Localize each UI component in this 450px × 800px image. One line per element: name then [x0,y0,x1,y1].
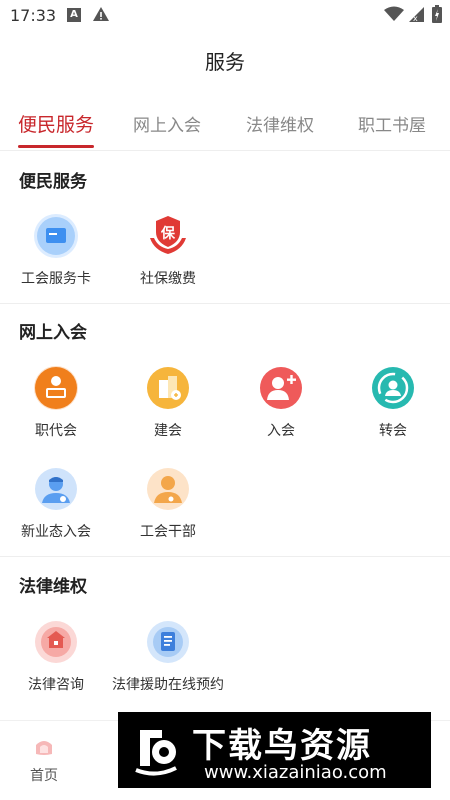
grid-item-join-union[interactable]: 入会 [225,366,337,440]
grid-item-legal-consult[interactable]: 法律咨询 [0,620,112,694]
grid-item-transfer-union[interactable]: 转会 [337,366,449,440]
legal-consult-icon [34,620,78,664]
warning-icon [92,6,110,26]
grid-item-label: 转会 [379,423,407,439]
tab-active-indicator [18,145,94,148]
nav-home[interactable]: 首页 [16,735,72,785]
card-icon [34,214,78,258]
grid-item-union-cadre[interactable]: 工会干部 [112,467,224,541]
grid-item-build-union[interactable]: 建会 [112,366,224,440]
section-title-online-join: 网上入会 [19,323,87,343]
grid-item-label: 工会服务卡 [21,271,91,287]
grid-item-label: 工会干部 [140,524,196,540]
grid-item-label: 法律咨询 [28,677,84,693]
svg-text:x: x [413,14,418,23]
section-divider [0,303,450,304]
signal-icon: x [407,7,425,27]
watermark-url: www.xiazainiao.com [204,762,387,783]
grid-item-label: 社保缴费 [140,271,196,287]
grid-item-label: 新业态入会 [21,524,91,540]
grid-item-new-industry-join[interactable]: 新业态入会 [0,467,112,541]
status-time: 17:33 [10,6,57,25]
congress-icon [34,366,78,410]
section-title-convenience: 便民服务 [19,172,87,192]
grid-item-label: 入会 [267,423,295,439]
building-icon [146,366,190,410]
tab-online-join[interactable]: 网上入会 [133,111,201,136]
grid-item-workers-congress[interactable]: 职代会 [0,366,112,440]
add-member-icon [259,366,303,410]
home-icon [33,735,55,757]
section-title-legal: 法律维权 [19,577,87,597]
new-worker-icon [34,467,78,511]
bird-logo-icon [126,720,186,780]
title-bar: 服务 [0,32,450,88]
wifi-icon [384,6,404,26]
grid-item-social-insurance[interactable]: 保 社保缴费 [112,214,224,288]
watermark-banner: 下载鸟资源 www.xiazainiao.com [118,712,431,788]
insurance-icon: 保 [146,214,190,258]
battery-icon [432,5,442,27]
svg-text:保: 保 [160,225,176,242]
tab-legal[interactable]: 法律维权 [246,111,314,136]
legal-aid-icon [146,620,190,664]
grid-item-label: 法律援助在线预约 [112,677,224,693]
grid-item-label: 建会 [154,423,182,439]
section-divider [0,556,450,557]
status-bar: 17:33 A x [0,0,450,32]
cadre-icon [146,467,190,511]
tab-bookhouse[interactable]: 职工书屋 [358,111,426,136]
nav-home-label: 首页 [30,768,58,784]
a-notification-icon: A [67,8,81,22]
page-title: 服务 [205,50,245,74]
grid-item-union-card[interactable]: 工会服务卡 [0,214,112,288]
tab-bar: 便民服务 网上入会 法律维权 职工书屋 [0,95,450,151]
watermark-title: 下载鸟资源 [192,726,372,766]
grid-item-legal-aid-booking[interactable]: 法律援助在线预约 [112,620,224,694]
transfer-icon [371,366,415,410]
grid-item-label: 职代会 [35,423,77,439]
tab-convenience[interactable]: 便民服务 [18,110,94,137]
